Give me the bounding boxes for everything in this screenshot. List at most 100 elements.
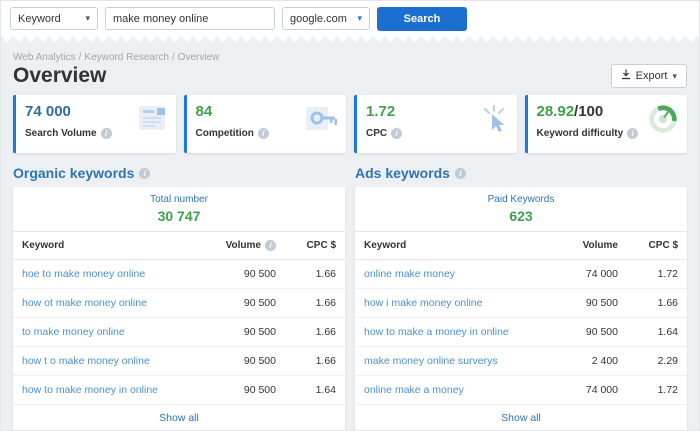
keyword-type-select-value: Keyword xyxy=(18,12,61,25)
competition-label: Competition xyxy=(195,128,254,139)
table-row: to make money online 90 500 1.66 xyxy=(13,318,345,347)
table-row: hoe to make money online 90 500 1.66 xyxy=(13,260,345,289)
export-button[interactable]: Export ▾ xyxy=(610,64,687,88)
cpc-cell: 1.64 xyxy=(315,384,336,396)
table-row: how ot make money online 90 500 1.66 xyxy=(13,289,345,318)
search-toolbar: Keyword ▾ google.com ▾ Search xyxy=(1,1,699,36)
ads-keywords-table: Paid Keywords 623 Keyword Volume CPC $ o… xyxy=(355,187,687,430)
organic-column-headers: Keyword Volume i CPC $ xyxy=(13,232,345,260)
chevron-down-icon: ▾ xyxy=(672,70,677,81)
info-icon[interactable]: i xyxy=(257,128,269,139)
info-icon[interactable]: i xyxy=(627,128,639,139)
info-icon[interactable]: i xyxy=(139,167,151,179)
page-title: Overview xyxy=(13,64,107,87)
table-row: online make a money 74 000 1.72 xyxy=(355,376,687,405)
keyword-cell[interactable]: how to make a money in online xyxy=(355,318,547,346)
volume-cell: 74 000 xyxy=(585,268,618,280)
cpc-cell: 1.66 xyxy=(315,355,336,367)
organic-keywords-section: Organic keywords i Total number 30 747 K… xyxy=(13,162,345,430)
cursor-click-illustration xyxy=(478,104,510,139)
keyword-cell[interactable]: make money online surverys xyxy=(355,347,547,375)
table-row: how i make money online 90 500 1.66 xyxy=(355,289,687,318)
keyword-cell[interactable]: how to make money in online xyxy=(13,376,205,404)
cpc-cell: 1.66 xyxy=(315,326,336,338)
app-window: Keyword ▾ google.com ▾ Search Web Analyt… xyxy=(0,0,700,431)
gauge-illustration xyxy=(646,104,680,141)
download-icon xyxy=(621,69,631,83)
report-illustration xyxy=(133,104,169,139)
search-volume-label: Search Volume xyxy=(25,128,97,139)
table-row: online make money 74 000 1.72 xyxy=(355,260,687,289)
organic-section-title: Organic keywords xyxy=(13,165,135,181)
table-row: make money online surverys 2 400 2.29 xyxy=(355,347,687,376)
keyword-cell[interactable]: how ot make money online xyxy=(13,289,205,317)
organic-show-all-link[interactable]: Show all xyxy=(13,405,345,430)
cpc-cell: 1.66 xyxy=(657,297,678,309)
volume-cell: 90 500 xyxy=(243,384,276,396)
volume-cell: 2 400 xyxy=(591,355,618,367)
volume-cell: 90 500 xyxy=(585,326,618,338)
info-icon[interactable]: i xyxy=(265,240,276,251)
info-icon[interactable]: i xyxy=(100,128,112,139)
breadcrumb-item-web-analytics[interactable]: Web Analytics xyxy=(13,52,76,63)
ads-total-header: Paid Keywords 623 xyxy=(355,187,687,232)
keyword-difficulty-max: /100 xyxy=(574,103,604,120)
keyword-cell[interactable]: hoe to make money online xyxy=(13,260,205,288)
search-query-input[interactable] xyxy=(105,7,275,30)
column-header-volume: Volume xyxy=(582,240,618,251)
search-engine-select[interactable]: google.com ▾ xyxy=(282,7,370,30)
breadcrumb-separator: / xyxy=(171,52,175,63)
page-header: Overview Export ▾ xyxy=(1,63,699,92)
cpc-cell: 1.66 xyxy=(315,297,336,309)
keyword-type-select[interactable]: Keyword ▾ xyxy=(10,7,98,30)
volume-cell: 90 500 xyxy=(243,268,276,280)
metrics-row: 74 000 Search Volume i 84 Competition i … xyxy=(1,92,699,162)
column-header-volume: Volume i xyxy=(205,232,285,259)
keyword-sections: Organic keywords i Total number 30 747 K… xyxy=(1,162,699,430)
chevron-down-icon: ▾ xyxy=(85,13,90,23)
ads-show-all-link[interactable]: Show all xyxy=(355,405,687,430)
chevron-down-icon: ▾ xyxy=(357,13,362,23)
ads-column-headers: Keyword Volume CPC $ xyxy=(355,232,687,260)
metric-card-search-volume: 74 000 Search Volume i xyxy=(13,95,176,153)
breadcrumb: Web Analytics / Keyword Research / Overview xyxy=(13,52,687,63)
cpc-cell: 1.72 xyxy=(657,384,678,396)
ads-section-title: Ads keywords xyxy=(355,165,450,181)
organic-total-value: 30 747 xyxy=(157,208,201,224)
cpc-label: CPC xyxy=(366,128,388,139)
keyword-cell[interactable]: how t o make money online xyxy=(13,347,205,375)
breadcrumb-item-keyword-research[interactable]: Keyword Research xyxy=(84,52,168,63)
keyword-difficulty-label: Keyword difficulty xyxy=(536,128,624,139)
keyword-cell[interactable]: online make money xyxy=(355,260,547,288)
column-header-cpc: CPC $ xyxy=(648,240,678,251)
table-row: how t o make money online 90 500 1.66 xyxy=(13,347,345,376)
export-button-label: Export xyxy=(635,70,668,82)
column-header-cpc: CPC $ xyxy=(306,240,336,251)
volume-cell: 90 500 xyxy=(243,326,276,338)
metric-card-keyword-difficulty: 28.92/100 Keyword difficulty i xyxy=(524,95,687,153)
keyword-cell[interactable]: how i make money online xyxy=(355,289,547,317)
breadcrumb-item-overview: Overview xyxy=(177,52,220,63)
organic-total-label: Total number xyxy=(150,194,208,205)
table-row: how to make money in online 90 500 1.64 xyxy=(13,376,345,405)
keyword-cell[interactable]: online make a money xyxy=(355,376,547,404)
topbar-zigzag-edge xyxy=(1,36,699,42)
search-engine-select-value: google.com xyxy=(290,12,347,25)
table-row: how to make a money in online 90 500 1.6… xyxy=(355,318,687,347)
cpc-cell: 2.29 xyxy=(657,355,678,367)
volume-cell: 90 500 xyxy=(585,297,618,309)
ads-total-label: Paid Keywords xyxy=(487,194,555,205)
keyword-cell[interactable]: to make money online xyxy=(13,318,205,346)
column-header-keyword: Keyword xyxy=(22,240,65,251)
ads-total-value: 623 xyxy=(509,208,533,224)
search-button[interactable]: Search xyxy=(377,6,467,31)
cpc-cell: 1.64 xyxy=(657,326,678,338)
organic-total-header: Total number 30 747 xyxy=(13,187,345,232)
organic-keywords-table: Total number 30 747 Keyword Volume i CPC… xyxy=(13,187,345,430)
info-icon[interactable]: i xyxy=(391,128,403,139)
ads-keywords-section: Ads keywords i Paid Keywords 623 Keyword… xyxy=(355,162,687,430)
metric-card-competition: 84 Competition i xyxy=(183,95,346,153)
info-icon[interactable]: i xyxy=(454,167,466,179)
volume-cell: 90 500 xyxy=(243,297,276,309)
column-header-keyword: Keyword xyxy=(364,240,407,251)
